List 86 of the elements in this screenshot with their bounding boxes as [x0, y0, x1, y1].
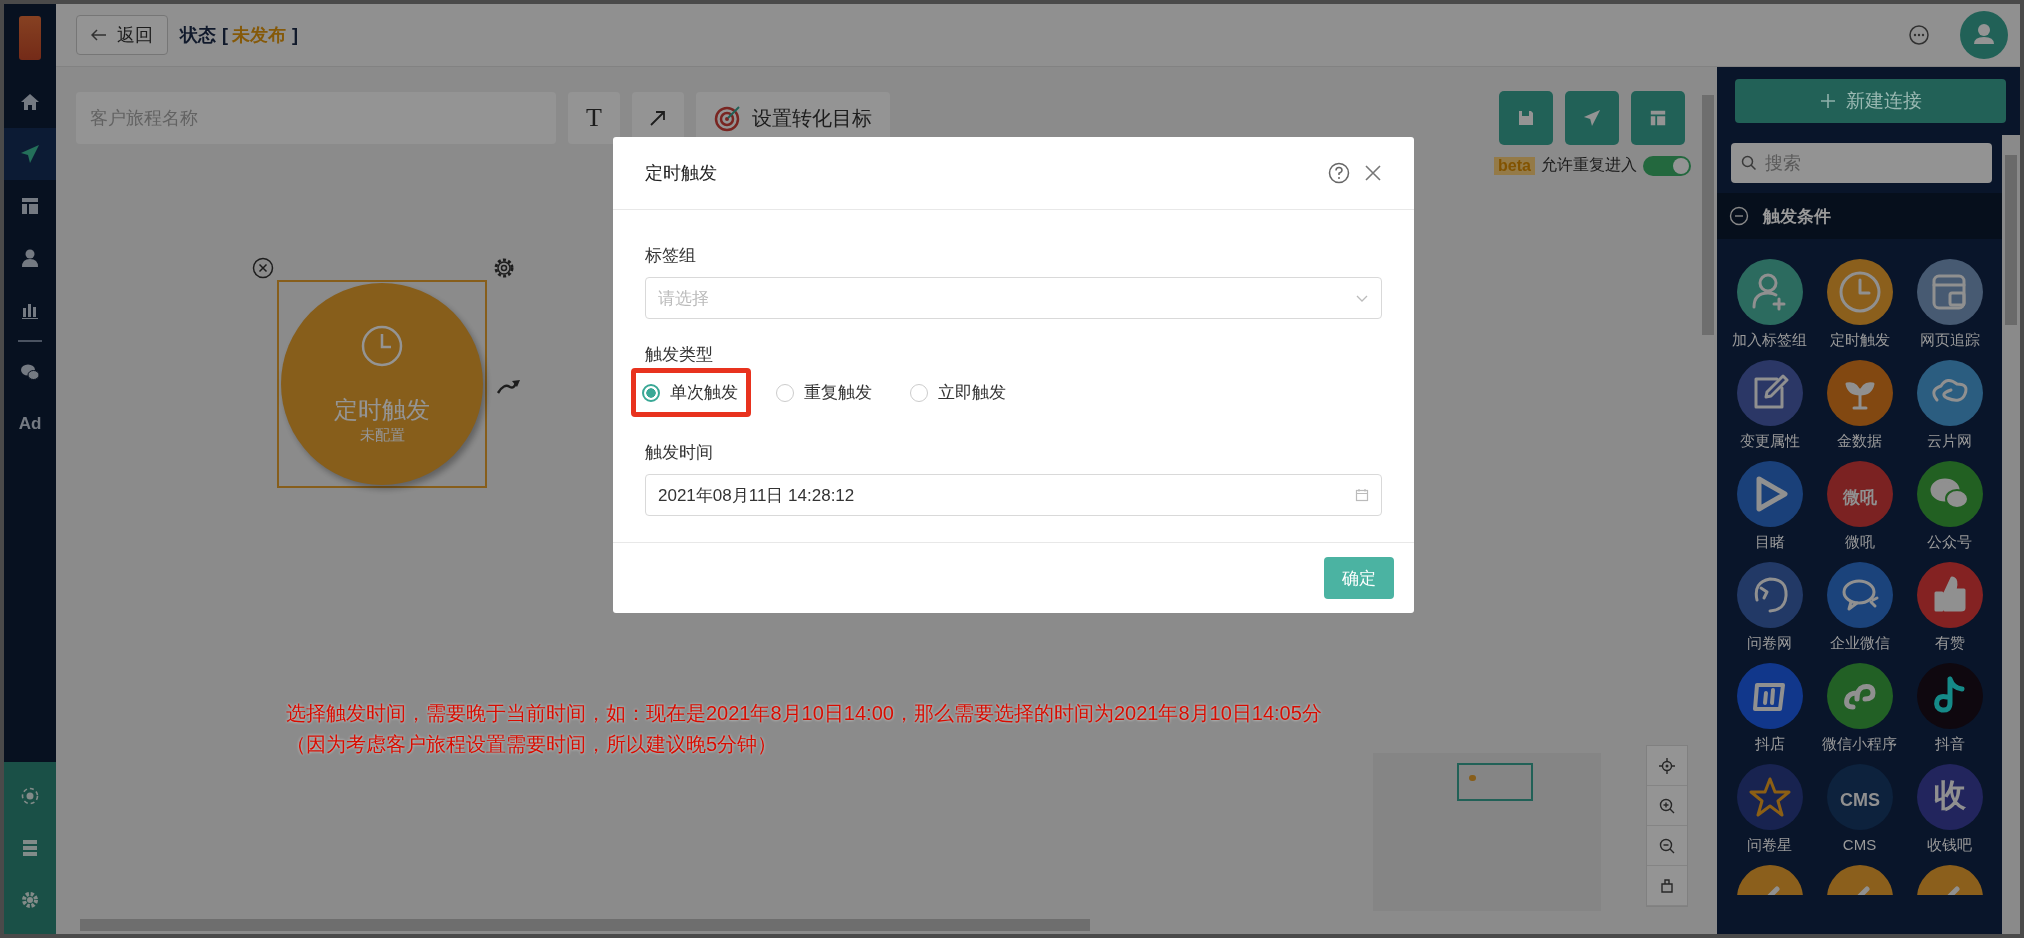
browser-icon[interactable] — [1916, 259, 1983, 325]
settings-icon[interactable] — [492, 256, 516, 280]
store-icon[interactable] — [1736, 663, 1803, 729]
integration-label: 有赞 — [1934, 634, 1965, 653]
send-icon — [1583, 109, 1601, 127]
help-icon[interactable] — [1328, 162, 1350, 184]
target-icon — [714, 104, 742, 132]
integration-label: 定时触发 — [1829, 331, 1890, 350]
integration-label: 公众号 — [1927, 533, 1972, 552]
dog-icon[interactable] — [1736, 562, 1803, 628]
arrow-icon — [648, 108, 668, 128]
back-button[interactable]: 返回 — [76, 15, 168, 55]
integration-label: 企业微信 — [1829, 634, 1890, 653]
save-icon — [1517, 109, 1535, 127]
back-arrow-icon — [91, 29, 107, 41]
layout-icon — [1649, 109, 1667, 127]
integration-label: 问卷网 — [1747, 634, 1792, 653]
logo-icon[interactable]: 收 — [1916, 764, 1983, 830]
panel-scrollbar[interactable] — [2002, 135, 2020, 934]
person-plus-icon[interactable] — [1736, 259, 1803, 325]
field-label: 触发时间 — [645, 442, 714, 464]
logo-icon[interactable]: 微吼 — [1826, 461, 1893, 527]
integration-label: 云片网 — [1927, 432, 1972, 451]
chat-icon[interactable] — [1908, 24, 1930, 46]
fit-view-icon — [1659, 877, 1675, 894]
integration-label: 收钱吧 — [1927, 836, 1972, 855]
play-icon[interactable] — [1736, 461, 1803, 527]
dialog-title: 定时触发 — [645, 162, 717, 185]
radio-option[interactable]: 单次触发 — [631, 368, 751, 417]
integration-label: 微吼 — [1844, 533, 1875, 552]
integration-label: 抖音 — [1934, 735, 1965, 754]
collapse-icon — [1729, 206, 1749, 226]
save-button[interactable] — [1499, 91, 1553, 145]
search-icon — [1741, 155, 1757, 171]
integration-label: CMS — [1842, 836, 1877, 853]
reentry-toggle[interactable] — [1643, 155, 1691, 176]
radio-option[interactable]: 重复触发 — [765, 368, 885, 417]
integration-label: 目睹 — [1754, 533, 1785, 552]
integration-label: 加入标签组 — [1732, 331, 1807, 350]
send-button[interactable] — [1565, 91, 1619, 145]
plant-icon[interactable] — [1826, 360, 1893, 426]
close-icon[interactable] — [1364, 164, 1382, 182]
clock-icon — [360, 323, 404, 368]
calendar-icon — [1355, 488, 1369, 502]
annotation-text: 选择触发时间，需要晚于当前时间，如：现在是2021年8月10日14:00，那么需要选择的时间为2021年8月10日14:05分 — [286, 701, 1322, 726]
wechat-icon[interactable] — [1916, 461, 1983, 527]
confirm-button[interactable]: 确定 — [1324, 557, 1394, 599]
date-field[interactable]: 2021年08月11日 14:28:12 — [645, 474, 1382, 516]
clock-icon[interactable] — [1826, 259, 1893, 325]
crosshair-icon — [1659, 757, 1675, 774]
integration-label: 问卷星 — [1747, 836, 1792, 855]
integration-label: 微信小程序 — [1822, 735, 1897, 754]
new-connection-button[interactable]: 新建连接 — [1735, 79, 2006, 123]
sidebar-item[interactable]: Ad — [4, 398, 56, 450]
integration-label: 抖店 — [1754, 735, 1785, 754]
text-tool-button[interactable]: T — [568, 92, 620, 144]
send-icon[interactable] — [4, 128, 56, 180]
plus-icon — [1819, 93, 1836, 109]
integration-label: 变更属性 — [1739, 432, 1800, 451]
link-icon[interactable] — [1826, 663, 1893, 729]
reentry-label: 允许重复进入 — [1541, 155, 1637, 175]
bracket: ] — [292, 24, 298, 46]
layout-button[interactable] — [1631, 91, 1685, 145]
note-icon[interactable] — [1916, 663, 1983, 729]
status-value: 未发布 — [232, 24, 286, 47]
avatar-icon[interactable] — [1960, 11, 2008, 59]
annotation-text: （因为考虑客户旅程设置需要时间，所以建议晚5分钟） — [286, 732, 779, 757]
beta-badge: beta — [1494, 156, 1535, 175]
radio-option[interactable]: 立即触发 — [899, 368, 1019, 417]
section-header[interactable]: 触发条件 — [1717, 193, 2002, 239]
node-title: 定时触发 — [334, 394, 430, 425]
zoom-in-icon — [1659, 797, 1675, 814]
cloud-icon[interactable] — [1916, 360, 1983, 426]
integration-label: 网页追踪 — [1919, 331, 1980, 350]
thumb-icon[interactable] — [1916, 562, 1983, 628]
close-icon[interactable] — [252, 257, 274, 279]
bracket: [ — [222, 24, 228, 46]
integration-label: 金数据 — [1837, 432, 1882, 451]
chat-icon[interactable] — [1826, 562, 1893, 628]
field-label: 触发类型 — [645, 344, 714, 366]
edit-icon[interactable] — [1736, 360, 1803, 426]
field-label: 标签组 — [645, 245, 697, 267]
node-subtitle: 未配置 — [359, 425, 405, 445]
status-label: 状态 — [180, 24, 216, 47]
logo-icon[interactable]: CMS — [1826, 764, 1893, 830]
zoom-out-icon — [1659, 837, 1675, 854]
